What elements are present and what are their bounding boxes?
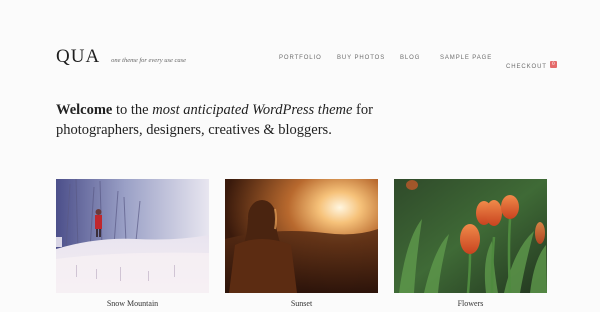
site-header: QUA one theme for every use case PORTFOL… (0, 0, 600, 90)
intro-line2: photographers, designers, creatives & bl… (56, 122, 332, 138)
cart-count-badge: 0 (549, 60, 557, 68)
gallery-caption[interactable]: Sunset (225, 299, 378, 308)
nav-item-blog[interactable]: BLOG (400, 55, 420, 61)
intro-for: for (352, 102, 373, 118)
gallery-caption[interactable]: Flowers (394, 299, 547, 308)
gallery-caption[interactable]: Snow Mountain (56, 299, 209, 308)
intro-welcome: Welcome (56, 102, 113, 118)
intro-text: Welcome to the most anticipated WordPres… (56, 100, 576, 140)
nav-item-sample-page[interactable]: SAMPLE PAGE (440, 55, 492, 61)
intro-to-the: to the (112, 102, 153, 118)
snow-mountain-photo[interactable] (56, 179, 209, 293)
main-nav: PORTFOLIO BUY PHOTOS BLOG SAMPLE PAGE CH… (0, 55, 600, 70)
intro-emphasis: most anticipated WordPress theme (152, 102, 353, 118)
nav-item-buy-photos[interactable]: BUY PHOTOS (337, 55, 385, 61)
nav-item-portfolio[interactable]: PORTFOLIO (279, 55, 322, 61)
nav-item-checkout-label[interactable]: CHECKOUT (506, 64, 547, 70)
sunset-photo[interactable] (225, 179, 378, 293)
flowers-photo[interactable] (394, 179, 547, 293)
nav-item-checkout[interactable]: CHECKOUT 0 (506, 55, 557, 73)
